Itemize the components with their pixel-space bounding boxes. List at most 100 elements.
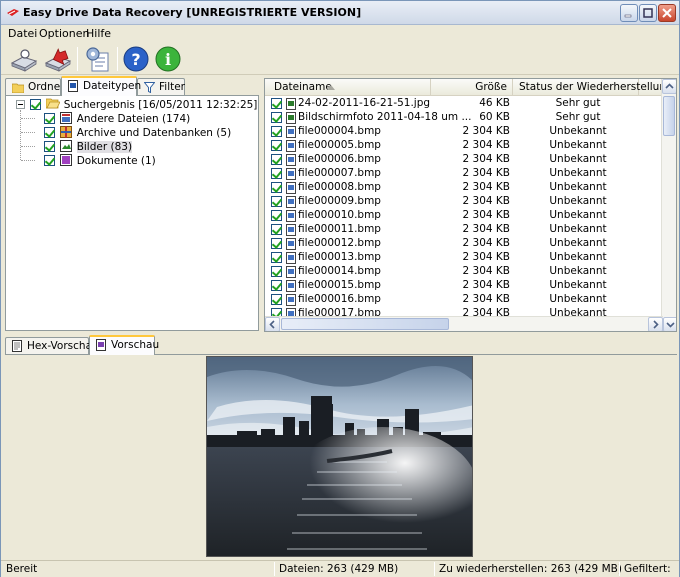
close-button[interactable] <box>658 4 676 22</box>
chevron-up-icon <box>665 83 674 89</box>
table-row[interactable]: file000006.bmp 2 304 KB Unbekannt <box>265 153 663 167</box>
preview-tab-strip: Hex-Vorschau Vorschau <box>5 335 677 355</box>
minimize-button[interactable] <box>620 4 638 22</box>
title-bar[interactable]: Easy Drive Data Recovery [UNREGISTRIERTE… <box>1 1 679 25</box>
settings-button[interactable] <box>83 45 113 73</box>
archive-icon <box>60 126 73 138</box>
info-button[interactable]: i <box>153 45 183 73</box>
tree-root-checkbox[interactable] <box>30 99 41 110</box>
table-row[interactable]: file000014.bmp 2 304 KB Unbekannt <box>265 265 663 279</box>
table-row[interactable]: file000005.bmp 2 304 KB Unbekannt <box>265 139 663 153</box>
status-separator <box>274 562 275 576</box>
folder-icon <box>12 83 24 93</box>
row-checkbox[interactable] <box>271 98 282 109</box>
table-row[interactable]: file000013.bmp 2 304 KB Unbekannt <box>265 251 663 265</box>
table-row[interactable]: file000016.bmp 2 304 KB Unbekannt <box>265 293 663 307</box>
table-row[interactable]: file000008.bmp 2 304 KB Unbekannt <box>265 181 663 195</box>
table-row[interactable]: Bildschirmfoto 2011-04-18 um ... 60 KB Seh… <box>265 111 663 125</box>
row-checkbox[interactable] <box>271 112 282 123</box>
row-checkbox[interactable] <box>271 154 282 165</box>
tree-item-label: Dokumente (1) <box>76 155 156 167</box>
help-icon: ? <box>123 46 149 72</box>
file-types-icon <box>68 80 78 92</box>
recovery-status: Unbekannt <box>549 167 607 179</box>
checkbox[interactable] <box>44 155 55 166</box>
table-row[interactable]: file000012.bmp 2 304 KB Unbekannt <box>265 237 663 251</box>
help-button[interactable]: ? <box>121 45 151 73</box>
horizontal-scrollbar[interactable] <box>265 316 663 331</box>
table-row[interactable]: file000015.bmp 2 304 KB Unbekannt <box>265 279 663 293</box>
recovery-status: Unbekannt <box>549 251 607 263</box>
file-name: file000014.bmp <box>298 265 381 277</box>
column-status[interactable]: Status der Wiederherstellung <box>513 79 673 96</box>
checkbox[interactable] <box>44 141 55 152</box>
recover-button[interactable] <box>43 45 73 73</box>
row-checkbox[interactable] <box>271 280 282 291</box>
row-checkbox[interactable] <box>271 140 282 151</box>
tab-dateitypen[interactable]: Dateitypen <box>61 76 141 96</box>
row-checkbox[interactable] <box>271 126 282 137</box>
tree-item-andere-dateien[interactable]: Andere Dateien (174) <box>44 112 190 126</box>
scroll-right-button[interactable] <box>648 317 663 331</box>
file-list: Dateiname Größe Status der Wiederherstel… <box>264 78 677 332</box>
scroll-down-button[interactable] <box>663 317 676 331</box>
scroll-up-button[interactable] <box>662 79 676 94</box>
preview-image <box>206 356 473 557</box>
app-logo-icon <box>7 9 19 16</box>
svg-text:i: i <box>165 50 171 69</box>
menu-bar: Datei Optionen Hilfe <box>1 25 679 43</box>
table-row[interactable]: file000007.bmp 2 304 KB Unbekannt <box>265 167 663 181</box>
vertical-scrollbar[interactable] <box>661 79 676 317</box>
row-checkbox[interactable] <box>271 182 282 193</box>
tab-ordner[interactable]: Ordner <box>5 78 65 96</box>
column-groesse[interactable]: Größe <box>431 79 513 96</box>
scroll-left-button[interactable] <box>265 317 280 331</box>
table-row[interactable]: file000004.bmp 2 304 KB Unbekannt <box>265 125 663 139</box>
file-name: file000005.bmp <box>298 139 381 151</box>
horizontal-scroll-thumb[interactable] <box>281 318 449 330</box>
tree-collapse-toggle[interactable] <box>16 100 25 109</box>
tree-root-label: Suchergebnis [16/05/2011 12:32:25] <box>63 99 258 111</box>
tab-vorschau[interactable]: Vorschau <box>89 335 159 355</box>
tree-item-archive[interactable]: Archive und Datenbanken (5) <box>44 126 231 140</box>
city-skyline-image <box>207 357 472 556</box>
table-row[interactable]: file000009.bmp 2 304 KB Unbekannt <box>265 195 663 209</box>
row-checkbox[interactable] <box>271 294 282 305</box>
row-checkbox[interactable] <box>271 168 282 179</box>
checkbox[interactable] <box>44 127 55 138</box>
status-files: Dateien: 263 (429 MB) <box>279 563 399 575</box>
row-checkbox[interactable] <box>271 238 282 249</box>
recovery-status: Unbekannt <box>549 181 607 193</box>
checkbox[interactable] <box>44 113 55 124</box>
preview-panel <box>5 354 677 558</box>
filter-icon <box>144 82 155 93</box>
tree-item-dokumente[interactable]: Dokumente (1) <box>44 154 156 168</box>
file-size: 46 KB <box>479 97 510 109</box>
tab-filter[interactable]: Filter <box>137 78 185 96</box>
column-dateiname[interactable]: Dateiname <box>265 79 431 96</box>
menu-datei[interactable]: Datei <box>8 27 37 40</box>
tab-hex-vorschau[interactable]: Hex-Vorschau <box>5 337 99 355</box>
bitmap-file-icon <box>286 280 296 292</box>
scan-drive-button[interactable] <box>9 45 39 73</box>
row-checkbox[interactable] <box>271 252 282 263</box>
row-checkbox[interactable] <box>271 224 282 235</box>
maximize-button[interactable] <box>639 4 657 22</box>
status-filtered: Gefiltert: <box>624 563 671 575</box>
menu-optionen[interactable]: Optionen <box>39 27 89 40</box>
menu-hilfe[interactable]: Hilfe <box>86 27 111 40</box>
tree-item-bilder[interactable]: Bilder (83) <box>44 140 133 154</box>
table-row[interactable]: file000011.bmp 2 304 KB Unbekannt <box>265 223 663 237</box>
list-header: Dateiname Größe Status der Wiederherstel… <box>265 79 673 96</box>
vertical-scroll-thumb[interactable] <box>663 96 675 136</box>
row-checkbox[interactable] <box>271 210 282 221</box>
minimize-icon <box>624 14 632 18</box>
row-checkbox[interactable] <box>271 196 282 207</box>
tree-root[interactable]: Suchergebnis [16/05/2011 12:32:25] <box>30 98 257 112</box>
row-checkbox[interactable] <box>271 266 282 277</box>
tab-dateitypen-label: Dateitypen <box>83 80 142 92</box>
recovery-status: Sehr gut <box>555 111 601 123</box>
file-size: 2 304 KB <box>462 125 511 137</box>
table-row[interactable]: file000010.bmp 2 304 KB Unbekannt <box>265 209 663 223</box>
table-row[interactable]: 24-02-2011-16-21-51.jpg 46 KB Sehr gut <box>265 97 663 111</box>
